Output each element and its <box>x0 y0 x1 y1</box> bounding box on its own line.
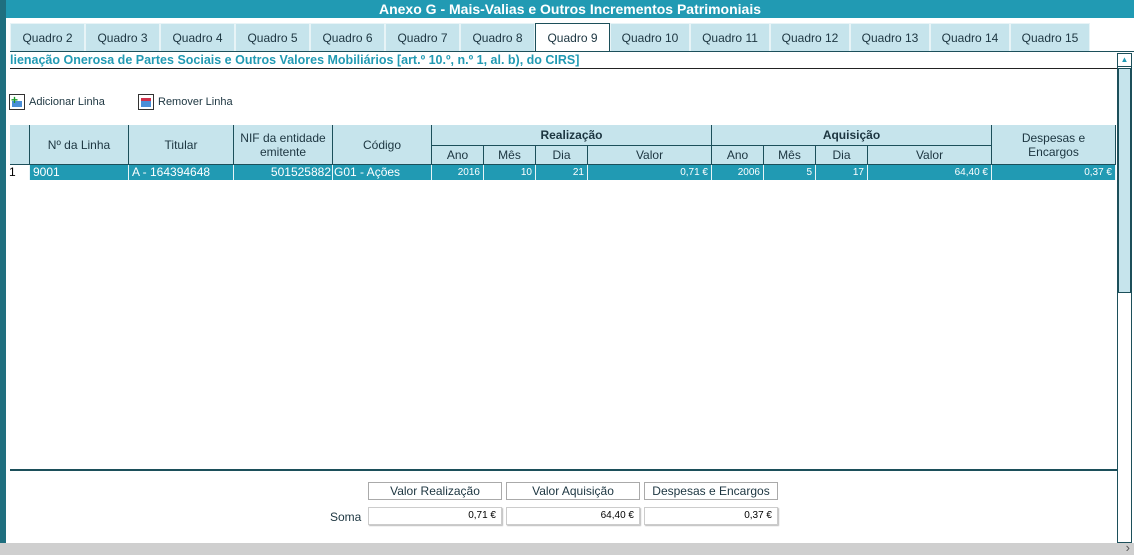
header-r-dia: Dia <box>536 146 588 165</box>
divider <box>10 68 1117 69</box>
cell-titular[interactable]: A - 164394648 <box>129 165 234 180</box>
tab-quadro-4[interactable]: Quadro 4 <box>160 23 235 51</box>
tab-quadro-2[interactable]: Quadro 2 <box>10 23 85 51</box>
section-title: lienação Onerosa de Partes Sociais e Out… <box>10 53 580 67</box>
tab-quadro-12[interactable]: Quadro 12 <box>770 23 850 51</box>
cell-a-mes[interactable]: 5 <box>764 165 816 180</box>
cell-a-valor[interactable]: 64,40 € <box>868 165 992 180</box>
tab-bar: Quadro 2 Quadro 3 Quadro 4 Quadro 5 Quad… <box>10 23 1090 52</box>
scrollbar-thumb[interactable] <box>1118 68 1131 293</box>
header-titular: Titular <box>129 125 234 165</box>
page-title: Anexo G - Mais-Valias e Outros Increment… <box>6 0 1134 18</box>
cell-linha[interactable]: 9001 <box>30 165 129 180</box>
cell-r-dia[interactable]: 21 <box>536 165 588 180</box>
header-a-valor: Valor <box>868 146 992 165</box>
header-a-ano: Ano <box>712 146 764 165</box>
header-r-mes: Mês <box>484 146 536 165</box>
header-linha: Nº da Linha <box>30 125 129 165</box>
add-line-label: Adicionar Linha <box>29 96 105 108</box>
total-header-aquisicao: Valor Aquisição <box>506 482 640 500</box>
cell-r-valor[interactable]: 0,71 € <box>588 165 712 180</box>
total-realizacao: 0,71 € <box>368 507 502 525</box>
total-header-despesas: Despesas e Encargos <box>644 482 778 500</box>
total-header-realizacao: Valor Realização <box>368 482 502 500</box>
header-aquisicao: Aquisição <box>712 125 992 146</box>
remove-row-icon <box>138 94 154 110</box>
header-despesas: Despesas e Encargos <box>992 125 1116 165</box>
add-row-icon: + <box>9 94 25 110</box>
header-a-mes: Mês <box>764 146 816 165</box>
cell-despesas[interactable]: 0,37 € <box>992 165 1116 180</box>
cell-a-ano[interactable]: 2006 <box>712 165 764 180</box>
horizontal-scrollbar[interactable]: › <box>0 540 1134 555</box>
scroll-right-icon[interactable]: › <box>1126 540 1130 555</box>
remove-line-button[interactable]: Remover Linha <box>138 94 233 110</box>
remove-line-label: Remover Linha <box>158 96 233 108</box>
tab-quadro-15[interactable]: Quadro 15 <box>1010 23 1090 51</box>
scroll-up-icon[interactable]: ▲ <box>1118 54 1131 67</box>
cell-nif[interactable]: 501525882 <box>234 165 333 180</box>
tab-quadro-6[interactable]: Quadro 6 <box>310 23 385 51</box>
header-realizacao: Realização <box>432 125 712 146</box>
cell-r-mes[interactable]: 10 <box>484 165 536 180</box>
divider <box>10 469 1117 471</box>
tab-quadro-7[interactable]: Quadro 7 <box>385 23 460 51</box>
tab-quadro-3[interactable]: Quadro 3 <box>85 23 160 51</box>
tab-quadro-13[interactable]: Quadro 13 <box>850 23 930 51</box>
total-aquisicao: 64,40 € <box>506 507 640 525</box>
tab-quadro-8[interactable]: Quadro 8 <box>460 23 535 51</box>
header-r-valor: Valor <box>588 146 712 165</box>
add-line-button[interactable]: + Adicionar Linha <box>9 94 105 110</box>
sum-label: Soma <box>330 510 362 524</box>
row-number: 1 <box>8 165 30 180</box>
header-nif: NIF da entidade emitente <box>234 125 333 165</box>
cell-r-ano[interactable]: 2016 <box>432 165 484 180</box>
header-a-dia: Dia <box>816 146 868 165</box>
tab-quadro-9[interactable]: Quadro 9 <box>535 23 610 52</box>
tab-quadro-14[interactable]: Quadro 14 <box>930 23 1010 51</box>
tab-quadro-11[interactable]: Quadro 11 <box>690 23 770 51</box>
tab-quadro-5[interactable]: Quadro 5 <box>235 23 310 51</box>
header-codigo: Código <box>333 125 432 165</box>
total-despesas: 0,37 € <box>644 507 778 525</box>
cell-codigo[interactable]: G01 - Ações <box>333 165 432 180</box>
window-frame <box>0 0 1134 555</box>
cell-a-dia[interactable]: 17 <box>816 165 868 180</box>
row-number-header <box>10 125 30 165</box>
tab-quadro-10[interactable]: Quadro 10 <box>610 23 690 51</box>
header-r-ano: Ano <box>432 146 484 165</box>
divider <box>10 51 1134 52</box>
